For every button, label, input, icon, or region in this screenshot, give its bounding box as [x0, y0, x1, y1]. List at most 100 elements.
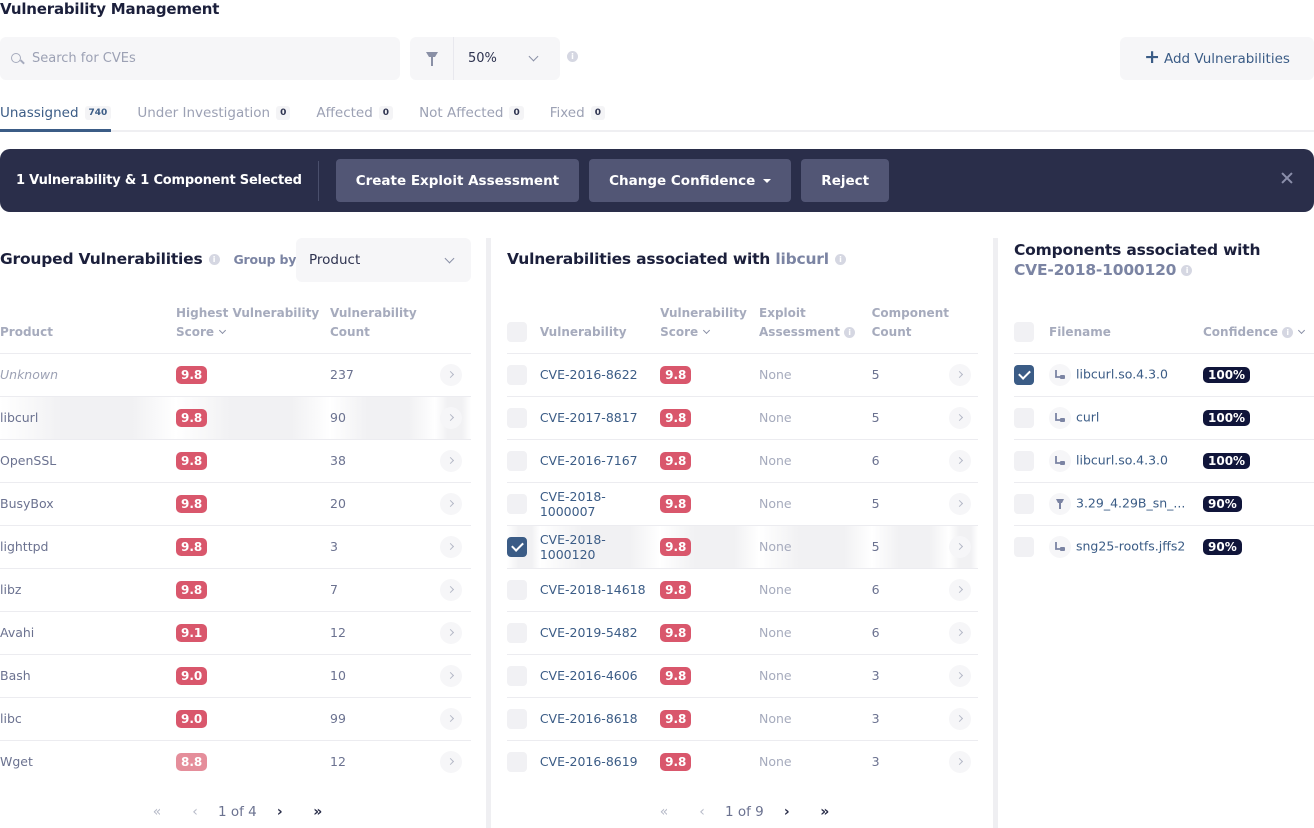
component-row[interactable]: 3.29_4.29B_sn_... 90% [1014, 482, 1314, 526]
row-checkbox[interactable] [507, 579, 527, 600]
vulnerability-row[interactable]: CVE-2016-8622 9.8 None 5 [507, 353, 978, 397]
vulnerability-row[interactable]: CVE-2017-8817 9.8 None 5 [507, 396, 978, 440]
confidence-filter-select[interactable]: 50% [410, 37, 560, 80]
prev-page-button[interactable]: ‹ [683, 804, 721, 820]
filename-link[interactable]: 3.29_4.29B_sn_... [1076, 495, 1185, 510]
tab-not-affected[interactable]: Not Affected 0 [419, 96, 524, 130]
cve-link[interactable]: CVE-2016-8622 [540, 367, 638, 382]
cve-link[interactable]: CVE-2019-5482 [540, 625, 638, 640]
info-icon[interactable]: i [844, 326, 856, 338]
grouped-row[interactable]: libcurl 9.8 90 [0, 396, 471, 440]
grouped-row[interactable]: libc 9.0 99 [0, 697, 471, 741]
create-exploit-assessment-button[interactable]: Create Exploit Assessment [335, 159, 580, 202]
cve-link[interactable]: CVE-2016-8618 [540, 711, 638, 726]
row-checkbox[interactable] [1014, 364, 1034, 385]
grouped-row[interactable]: OpenSSL 9.8 38 [0, 439, 471, 483]
chevron-right-icon[interactable] [949, 363, 971, 386]
column-header-confidence[interactable]: Confidence i [1203, 302, 1314, 354]
filename-link[interactable]: libcurl.so.4.3.0 [1076, 452, 1168, 467]
prev-page-button[interactable]: ‹ [176, 804, 214, 820]
vulnerability-row[interactable]: CVE-2018-1000007 9.8 None 5 [507, 482, 978, 526]
last-page-button[interactable]: » [299, 804, 337, 820]
chevron-right-icon[interactable] [440, 750, 462, 773]
vulnerability-row[interactable]: CVE-2018-14618 9.8 None 6 [507, 568, 978, 612]
grouped-row[interactable]: Wget 8.8 12 [0, 740, 471, 783]
column-header-highest-score[interactable]: Highest Vulnerability Score [176, 302, 330, 354]
tab-affected[interactable]: Affected 0 [316, 96, 394, 130]
row-checkbox[interactable] [1014, 407, 1034, 428]
select-all-checkbox[interactable] [507, 321, 527, 342]
chevron-right-icon[interactable] [440, 492, 462, 515]
close-icon[interactable] [1280, 171, 1294, 185]
chevron-right-icon[interactable] [949, 449, 971, 472]
vulnerability-row[interactable]: CVE-2016-8618 9.8 None 3 [507, 697, 978, 741]
reject-button[interactable]: Reject [801, 159, 890, 202]
vulnerability-row[interactable]: CVE-2016-4606 9.8 None 3 [507, 654, 978, 698]
column-header-component-count[interactable]: Component Count [871, 302, 949, 354]
cve-link[interactable]: CVE-2018-1000007 [540, 489, 606, 519]
next-page-button[interactable]: › [768, 804, 806, 820]
row-checkbox[interactable] [1014, 493, 1034, 514]
select-all-checkbox[interactable] [1014, 321, 1034, 342]
column-header-exploit-assessment[interactable]: Exploit Assessment i [759, 302, 872, 354]
chevron-right-icon[interactable] [440, 363, 462, 386]
row-checkbox[interactable] [507, 364, 527, 385]
chevron-right-icon[interactable] [949, 492, 971, 515]
filename-link[interactable]: libcurl.so.4.3.0 [1076, 366, 1168, 381]
info-icon[interactable]: i [208, 253, 220, 265]
cve-link[interactable]: CVE-2016-8619 [540, 754, 638, 769]
first-page-button[interactable]: « [645, 804, 683, 820]
grouped-row[interactable]: libz 9.8 7 [0, 568, 471, 612]
column-header-vulnerability[interactable]: Vulnerability [539, 302, 661, 354]
vulnerability-row[interactable]: CVE-2016-7167 9.8 None 6 [507, 439, 978, 483]
chevron-right-icon[interactable] [949, 535, 971, 558]
cve-link[interactable]: CVE-2018-14618 [540, 582, 646, 597]
column-header-vulnerability-count[interactable]: Vulnerability Count [330, 302, 435, 354]
chevron-right-icon[interactable] [440, 578, 462, 601]
chevron-right-icon[interactable] [949, 578, 971, 601]
row-checkbox[interactable] [507, 665, 527, 686]
change-confidence-button[interactable]: Change Confidence [589, 159, 792, 202]
grouped-row[interactable]: BusyBox 9.8 20 [0, 482, 471, 526]
cve-link[interactable]: CVE-2016-7167 [540, 453, 638, 468]
chevron-right-icon[interactable] [949, 406, 971, 429]
component-row[interactable]: libcurl.so.4.3.0 100% [1014, 439, 1314, 483]
group-by-select[interactable]: Product [296, 238, 471, 282]
row-checkbox[interactable] [507, 708, 527, 729]
row-checkbox[interactable] [507, 536, 527, 557]
chevron-right-icon[interactable] [949, 750, 971, 773]
row-checkbox[interactable] [507, 450, 527, 471]
tab-unassigned[interactable]: Unassigned 740 [0, 96, 112, 132]
filename-link[interactable]: curl [1076, 409, 1099, 424]
last-page-button[interactable]: » [806, 804, 844, 820]
grouped-row[interactable]: lighttpd 9.8 3 [0, 525, 471, 569]
chevron-right-icon[interactable] [440, 406, 462, 429]
tab-fixed[interactable]: Fixed 0 [550, 96, 605, 130]
cve-link[interactable]: CVE-2016-4606 [540, 668, 638, 683]
row-checkbox[interactable] [507, 622, 527, 643]
next-page-button[interactable]: › [261, 804, 299, 820]
cve-link[interactable]: CVE-2018-1000120 [540, 532, 606, 562]
column-header-score[interactable]: Vulnerability Score [660, 302, 760, 354]
add-vulnerabilities-button[interactable]: + Add Vulnerabilities [1120, 37, 1314, 80]
vulnerability-row[interactable]: CVE-2019-5482 9.8 None 6 [507, 611, 978, 655]
grouped-row[interactable]: Avahi 9.1 12 [0, 611, 471, 655]
search-input[interactable] [32, 51, 372, 66]
info-icon[interactable]: i [834, 253, 846, 265]
chevron-right-icon[interactable] [440, 449, 462, 472]
chevron-right-icon[interactable] [949, 664, 971, 687]
column-header-filename[interactable]: Filename [1049, 302, 1203, 354]
tab-under-investigation[interactable]: Under Investigation 0 [137, 96, 291, 130]
component-row[interactable]: sng25-rootfs.jffs2 90% [1014, 525, 1314, 568]
search-box[interactable] [0, 37, 400, 80]
chevron-right-icon[interactable] [949, 707, 971, 730]
grouped-row[interactable]: Bash 9.0 10 [0, 654, 471, 698]
row-checkbox[interactable] [507, 493, 527, 514]
info-icon[interactable]: i [1282, 326, 1294, 338]
row-checkbox[interactable] [1014, 450, 1034, 471]
info-icon[interactable]: i [1181, 265, 1193, 276]
row-checkbox[interactable] [507, 407, 527, 428]
column-header-product[interactable]: Product [0, 302, 176, 354]
row-checkbox[interactable] [507, 751, 527, 772]
info-icon[interactable]: i [567, 51, 578, 62]
